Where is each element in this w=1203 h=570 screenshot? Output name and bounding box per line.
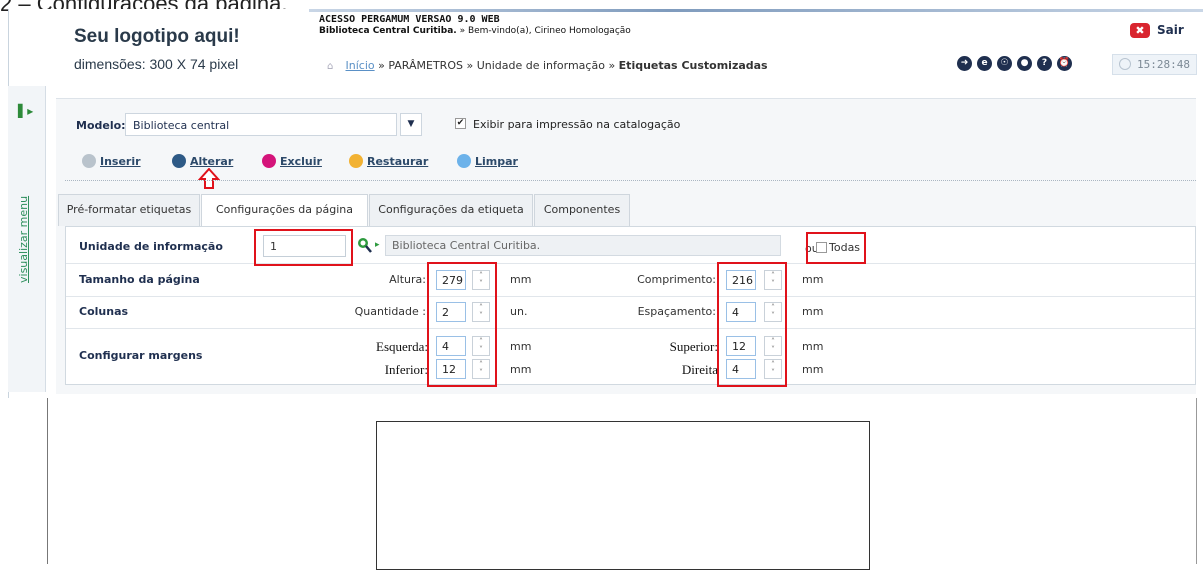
chevron-down-icon[interactable]: ▼ [400,113,422,136]
model-label: Modelo: [76,119,126,132]
bottom-margin-unit: mm [510,363,532,376]
bottom-margin-label: Inferior: [384,362,428,377]
header-bar [309,9,1203,12]
spacing-label: Espaçamento: [637,305,716,318]
row-divider [66,263,1195,264]
columns-label: Colunas [79,305,129,318]
breadcrumb-home[interactable]: Início [346,59,375,72]
tab-page-config[interactable]: Configurações da página [201,194,368,227]
e-icon[interactable]: e [977,56,992,71]
library-name: Biblioteca Central Curitiba. [319,26,457,36]
print-checkbox-label: Exibir para impressão na catalogação [473,118,681,131]
unidade-label: Unidade de informação [79,240,223,253]
row-divider [66,296,1195,297]
unidade-name-field: Biblioteca Central Curitiba. [385,235,781,256]
play-icon: ▸ [375,240,380,250]
home-icon: ⌂ [327,61,334,72]
breadcrumb-sep: » [608,59,616,72]
preview-border [47,398,48,564]
model-select[interactable]: Biblioteca central [125,113,397,136]
welcome-line: Biblioteca Central Curitiba. » Bem-vindo… [319,26,631,36]
annotation-box [427,262,497,387]
change-icon [172,154,186,168]
question-icon[interactable]: ? [1037,56,1052,71]
margins-label: Configurar margens [79,349,203,362]
annotation-box [717,262,787,387]
alarm-icon[interactable]: ⏰ [1057,56,1072,71]
preview-border [1196,398,1197,564]
hands-icon[interactable]: ☉ [997,56,1012,71]
annotation-arrow-icon [198,168,220,189]
unidade-code-input[interactable]: 1 [263,235,346,257]
expand-menu-icon[interactable]: ▌▸ [18,104,33,118]
height-unit: mm [510,273,532,286]
breadcrumb-current: Etiquetas Customizadas [618,59,768,72]
drops-icon[interactable]: ● [1017,56,1032,71]
label-preview [376,421,870,570]
insert-button[interactable]: Inserir [82,154,141,168]
clear-button[interactable]: Limpar [457,154,518,168]
breadcrumb: ⌂ Início » PARÂMETROS » Unidade de infor… [327,59,768,72]
breadcrumb-parametros: PARÂMETROS [388,59,463,72]
left-margin-label: Esquerda: [376,339,428,354]
breadcrumb-sep: » [466,59,474,72]
print-checkbox[interactable]: ✔ [455,118,466,129]
change-label: Alterar [190,155,234,168]
top-margin-label: Superior: [669,339,718,354]
right-margin-label: Direita [681,362,718,377]
delete-icon [262,154,276,168]
change-button[interactable]: Alterar [172,154,233,168]
quantity-unit: un. [510,305,528,318]
clear-icon [457,154,471,168]
tab-label-config[interactable]: Configurações da etiqueta [369,194,533,226]
app-title: ACESSO PERGAMUM VERSAO 9.0 WEB [319,14,500,25]
tab-components[interactable]: Componentes [534,194,630,226]
spacing-unit: mm [802,305,824,318]
tab-pre-format[interactable]: Pré-formatar etiquetas [58,194,200,226]
restore-label: Restaurar [367,155,429,168]
breadcrumb-sep: » [378,59,385,72]
length-unit: mm [802,273,824,286]
breadcrumb-unidade: Unidade de informação [476,59,605,72]
restore-button[interactable]: Restaurar [349,154,428,168]
welcome-text: » Bem-vindo(a), Cirineo Homologação [459,26,631,36]
logo-dimensions: dimensões: 300 X 74 pixel [74,56,239,72]
length-label: Comprimento: [637,273,716,286]
circle-arrow-icon[interactable]: ➜ [957,56,972,71]
top-margin-unit: mm [802,340,824,353]
insert-label: Inserir [100,155,141,168]
clock-time: 15:28:48 [1137,58,1190,71]
delete-button[interactable]: Excluir [262,154,322,168]
row-divider [66,328,1195,329]
toolbar-divider [65,180,1196,181]
restore-icon [349,154,363,168]
clock-icon [1119,58,1131,70]
quantity-label: Quantidade : [354,305,426,318]
height-label: Altura: [389,273,426,286]
exit-icon[interactable]: ✖ [1130,23,1150,38]
insert-icon [82,154,96,168]
all-checkbox[interactable] [816,242,827,253]
clear-label: Limpar [475,155,518,168]
show-menu-link[interactable]: visualizar menu [17,196,30,283]
all-checkbox-label: Todas [829,241,861,254]
exit-button[interactable]: Sair [1157,23,1184,37]
delete-label: Excluir [280,155,322,168]
logo-title: Seu logotipo aqui! [74,26,240,47]
left-margin-unit: mm [510,340,532,353]
right-margin-unit: mm [802,363,824,376]
page-size-label: Tamanho da página [79,273,200,286]
clock: 15:28:48 [1112,54,1197,75]
header-icons: ➜ e ☉ ● ? ⏰ [957,56,1072,71]
search-icon[interactable] [356,236,374,254]
